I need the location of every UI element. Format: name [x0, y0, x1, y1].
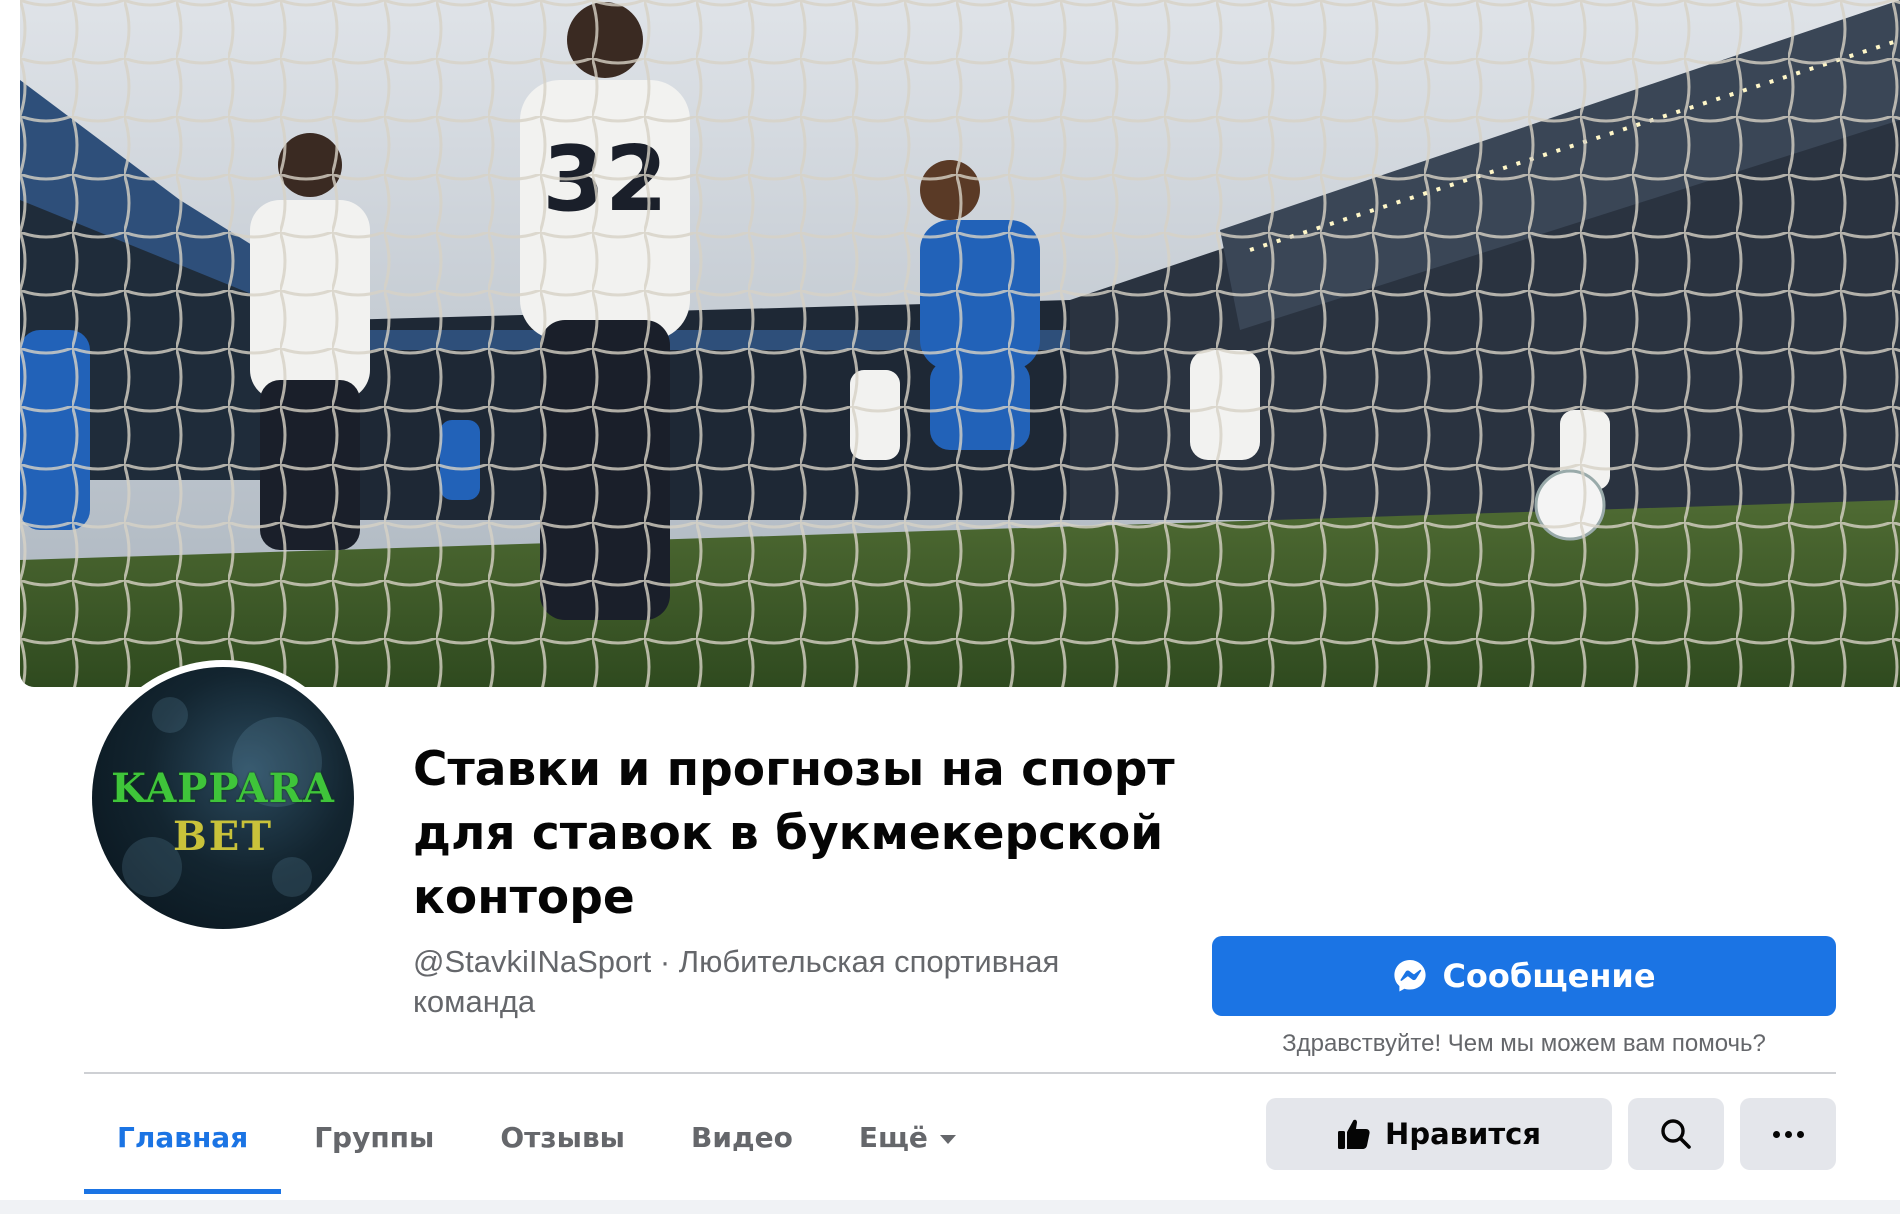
greeting-text: Здравствуйте! Чем мы можем вам помочь?	[1282, 1030, 1766, 1057]
tab-more[interactable]: Ещё	[826, 1080, 989, 1194]
thumbs-up-icon	[1337, 1118, 1371, 1150]
messenger-icon	[1392, 958, 1428, 994]
tab-groups-label: Группы	[314, 1120, 435, 1154]
content-area-edge	[0, 1200, 1900, 1214]
avatar-logo-text-bottom: BET	[172, 813, 274, 860]
search-button[interactable]	[1628, 1098, 1724, 1170]
avatar-logo-text-top: KAPPARA	[111, 765, 335, 812]
tab-groups[interactable]: Группы	[281, 1080, 467, 1194]
tab-video[interactable]: Видео	[658, 1080, 826, 1194]
message-button[interactable]: Сообщение	[1212, 936, 1836, 1016]
search-icon	[1660, 1118, 1692, 1150]
tab-video-label: Видео	[691, 1120, 793, 1154]
like-button-label: Нравится	[1385, 1117, 1541, 1151]
page-title: Ставки и прогнозы на спорт для ставок в …	[413, 742, 1175, 925]
more-dots-icon	[1772, 1130, 1804, 1138]
tab-reviews[interactable]: Отзывы	[467, 1080, 658, 1194]
caret-down-icon	[939, 1134, 956, 1144]
avatar[interactable]: KAPPARA BET	[92, 667, 354, 929]
tab-reviews-label: Отзывы	[500, 1120, 626, 1154]
page-tabs: Главная Группы Отзывы Видео Ещё	[84, 1080, 989, 1194]
header-divider	[84, 1072, 1836, 1074]
page-subtitle: @StavkiINaSport · Любительская спортивна…	[413, 944, 1060, 1019]
tab-home[interactable]: Главная	[84, 1080, 282, 1194]
message-button-label: Сообщение	[1442, 957, 1656, 995]
cover-photo[interactable]: 32	[20, 0, 1900, 687]
active-tab-indicator	[84, 1189, 282, 1194]
tab-more-label: Ещё	[858, 1120, 928, 1154]
tab-home-label: Главная	[117, 1120, 249, 1154]
cover-photo-image: 32	[20, 0, 1900, 687]
like-button[interactable]: Нравится	[1266, 1098, 1612, 1170]
more-options-button[interactable]	[1740, 1098, 1836, 1170]
